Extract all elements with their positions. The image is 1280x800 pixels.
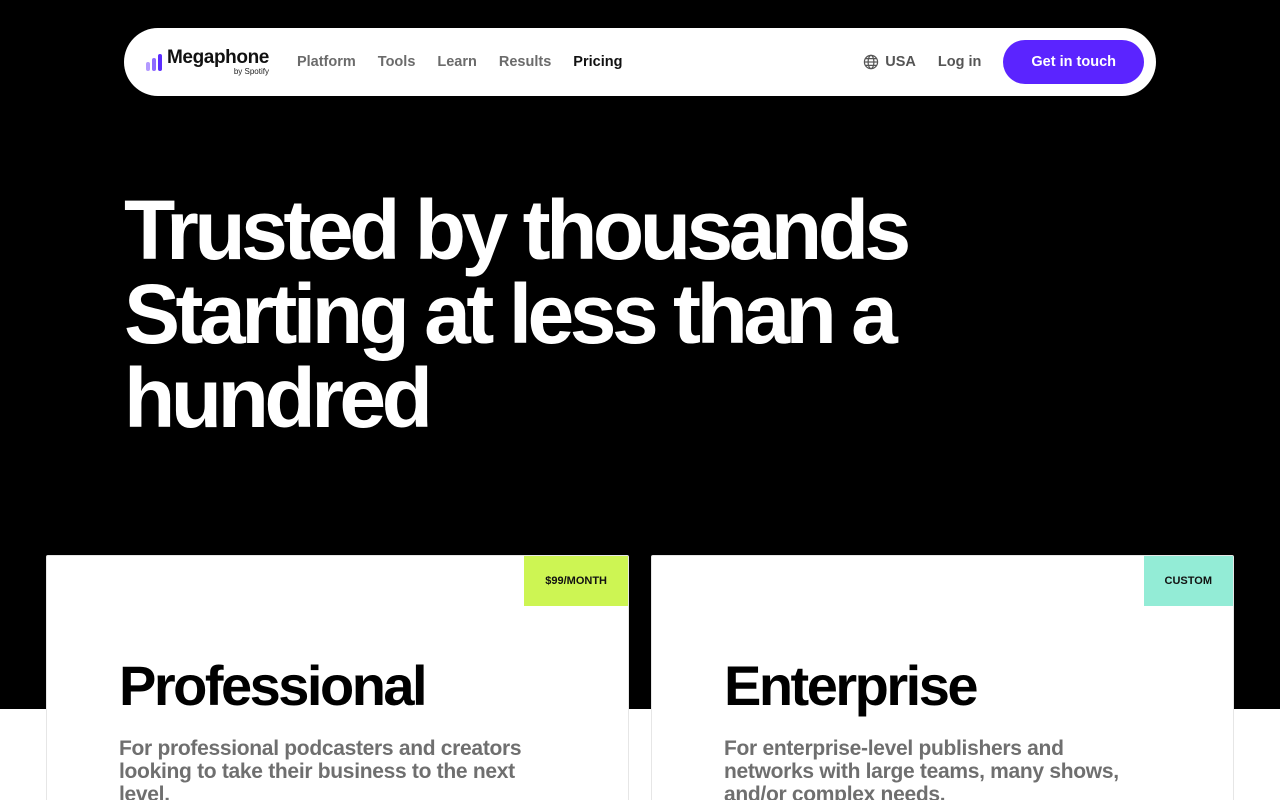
page: Megaphone by Spotify Platform Tools Lear… <box>0 0 1280 800</box>
nav-link-results[interactable]: Results <box>499 54 551 70</box>
top-nav: Megaphone by Spotify Platform Tools Lear… <box>124 28 1156 96</box>
plan-card-professional: $99/MONTH Professional For professional … <box>46 555 629 800</box>
get-in-touch-button[interactable]: Get in touch <box>1003 40 1144 84</box>
login-link[interactable]: Log in <box>938 54 982 70</box>
nav-links: Platform Tools Learn Results Pricing <box>297 54 622 70</box>
plan-description: For professional podcasters and creators… <box>119 737 522 800</box>
price-tag: $99/MONTH <box>524 556 628 606</box>
hero-line-1: Trusted by thousands <box>124 183 911 277</box>
logo-name: Megaphone <box>167 47 269 68</box>
hero-line-2: Starting at less than a <box>124 267 898 361</box>
hero-line-3: hundred <box>124 351 433 445</box>
locale-label: USA <box>885 54 916 70</box>
nav-link-platform[interactable]: Platform <box>297 54 356 70</box>
price-tag: CUSTOM <box>1143 556 1233 606</box>
nav-link-pricing[interactable]: Pricing <box>573 54 622 70</box>
hero-headline: Trusted by thousands Starting at less th… <box>124 188 1124 440</box>
nav-link-learn[interactable]: Learn <box>437 54 477 70</box>
globe-icon <box>864 54 879 70</box>
plan-title: Enterprise <box>724 654 979 717</box>
plan-card-enterprise: CUSTOM Enterprise For enterprise-level p… <box>651 555 1234 800</box>
megaphone-logo-icon <box>146 53 162 71</box>
nav-link-tools[interactable]: Tools <box>378 54 416 70</box>
nav-right: USA Log in Get in touch <box>863 40 1144 84</box>
locale-selector[interactable]: USA <box>863 54 916 70</box>
plan-title: Professional <box>119 654 428 717</box>
plan-description: For enterprise-level publishers and netw… <box>724 737 1119 800</box>
logo-subtitle: by Spotify <box>233 67 269 76</box>
megaphone-logo[interactable]: Megaphone by Spotify <box>146 48 269 76</box>
